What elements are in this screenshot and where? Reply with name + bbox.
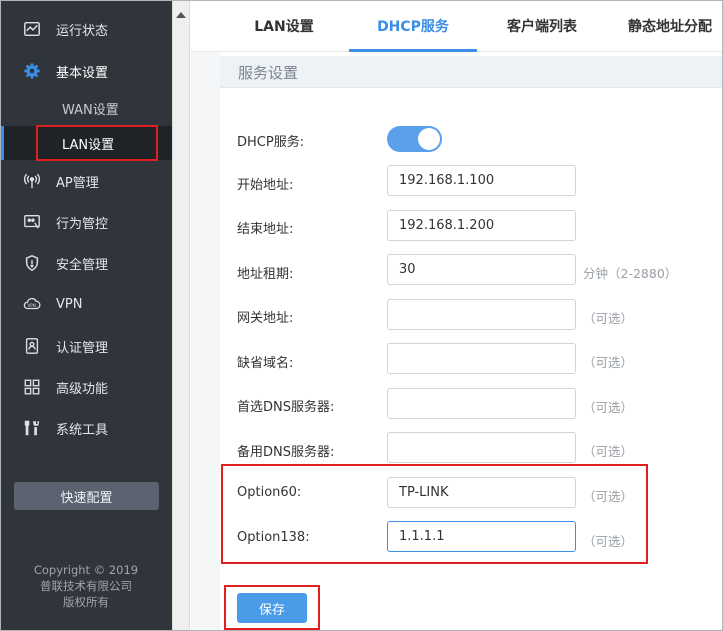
tab-bar: LAN设置 DHCP服务 客户端列表 静态地址分配	[191, 0, 723, 52]
chart-icon	[22, 19, 42, 39]
tools-icon	[22, 418, 42, 438]
rights-reserved: 版权所有	[63, 595, 109, 609]
sidebar-item-label: 系统工具	[56, 422, 109, 438]
sidebar-item-label: VPN	[56, 296, 83, 312]
dhcp-service-label: DHCP服务:	[237, 135, 305, 150]
sidebar-item-label: AP管理	[56, 175, 99, 191]
primary-dns-hint: （可选）	[583, 400, 634, 415]
sidebar-item-security[interactable]: 安全管理	[0, 243, 172, 283]
end-address-input[interactable]	[387, 210, 576, 241]
quick-config-button[interactable]: 快速配置	[14, 482, 159, 510]
secondary-dns-label: 备用DNS服务器:	[237, 445, 335, 460]
tab-label: LAN设置	[254, 19, 314, 35]
sidebar-item-advanced[interactable]: 高级功能	[0, 367, 172, 407]
wireless-ap-icon	[22, 171, 42, 191]
lan-highlight-box	[36, 125, 158, 161]
domain-label: 缺省域名:	[237, 356, 294, 371]
sidebar-item-label: 认证管理	[56, 340, 109, 356]
panel-header: 服务设置	[220, 56, 723, 88]
tab-label: 客户端列表	[507, 19, 577, 35]
sidebar-subitem-label: WAN设置	[62, 102, 119, 118]
lease-time-hint: 分钟（2-2880）	[583, 266, 678, 281]
sidebar-item-system-tools[interactable]: 系统工具	[0, 408, 172, 448]
gateway-label: 网关地址:	[237, 311, 294, 326]
company-name: 普联技术有限公司	[40, 579, 132, 593]
sidebar: 运行状态 基本设置 WAN设置 LAN设置 AP管理 行为管控 安全管理 VPN	[0, 0, 172, 631]
sidebar-item-basic-settings[interactable]: 基本设置	[0, 51, 172, 91]
gateway-input[interactable]	[387, 299, 576, 330]
sidebar-item-vpn[interactable]: VPN VPN	[0, 284, 172, 324]
shield-icon	[22, 253, 42, 273]
sidebar-item-status[interactable]: 运行状态	[0, 9, 172, 49]
sidebar-item-behavior-control[interactable]: 行为管控	[0, 202, 172, 242]
tab-dhcp-service[interactable]: DHCP服务	[349, 0, 477, 52]
primary-dns-label: 首选DNS服务器:	[237, 400, 335, 415]
auth-badge-icon	[22, 336, 42, 356]
start-address-label: 开始地址:	[237, 178, 294, 193]
sidebar-subitem-wan[interactable]: WAN设置	[0, 91, 172, 125]
tab-label: 静态地址分配	[628, 19, 712, 35]
dhcp-toggle[interactable]	[387, 126, 442, 152]
end-address-label: 结束地址:	[237, 222, 294, 237]
sidebar-item-label: 基本设置	[56, 65, 109, 81]
domain-input[interactable]	[387, 343, 576, 374]
active-indicator	[0, 126, 4, 160]
sidebar-item-label: 运行状态	[56, 23, 109, 39]
scroll-up-arrow-icon[interactable]	[176, 12, 186, 18]
sidebar-item-ap-management[interactable]: AP管理	[0, 161, 172, 201]
tab-static-address[interactable]: 静态地址分配	[621, 0, 719, 52]
sidebar-item-label: 安全管理	[56, 257, 109, 273]
sidebar-item-label: 高级功能	[56, 381, 109, 397]
primary-dns-input[interactable]	[387, 388, 576, 419]
sidebar-item-auth[interactable]: 认证管理	[0, 326, 172, 366]
secondary-dns-input[interactable]	[387, 432, 576, 463]
option-fields-highlight-box	[221, 464, 648, 564]
svg-text:VPN: VPN	[28, 303, 36, 308]
behavior-control-icon	[22, 212, 42, 232]
tab-client-list[interactable]: 客户端列表	[487, 0, 597, 52]
grid-icon	[22, 377, 42, 397]
gear-icon	[22, 61, 42, 81]
toggle-knob	[418, 128, 440, 150]
panel-title: 服务设置	[238, 64, 299, 82]
copyright-line: Copyright © 2019	[33, 563, 139, 577]
gateway-hint: （可选）	[583, 311, 634, 326]
tab-lan-settings[interactable]: LAN设置	[229, 0, 339, 52]
secondary-dns-hint: （可选）	[583, 444, 634, 459]
domain-hint: （可选）	[583, 355, 634, 370]
save-highlight-box	[224, 585, 320, 630]
vpn-cloud-icon: VPN	[22, 294, 42, 314]
sidebar-item-label: 行为管控	[56, 216, 109, 232]
lease-time-input[interactable]	[387, 254, 576, 285]
lease-time-label: 地址租期:	[237, 267, 294, 282]
start-address-input[interactable]	[387, 165, 576, 196]
sidebar-scrollbar[interactable]	[172, 0, 190, 631]
tab-label: DHCP服务	[377, 19, 449, 35]
